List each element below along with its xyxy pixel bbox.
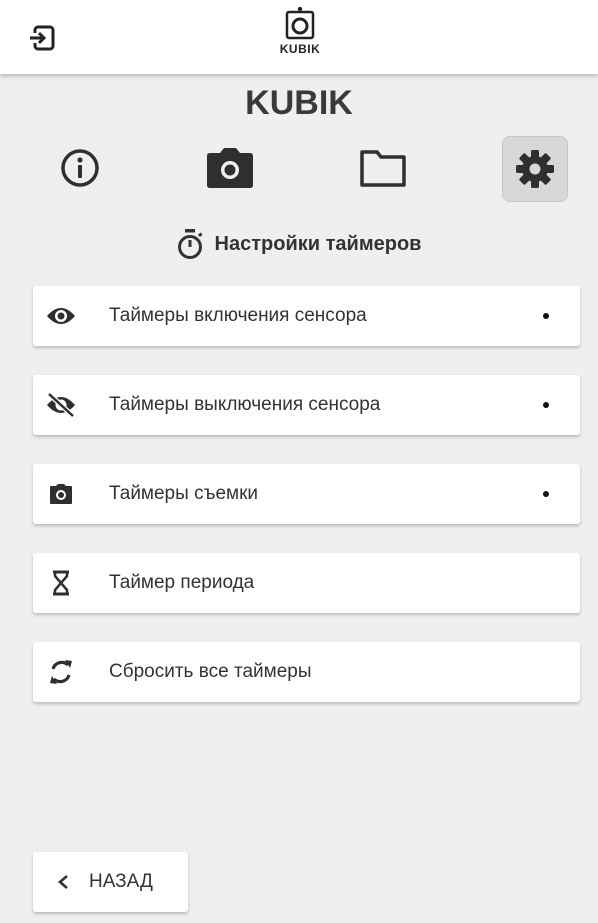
app-title: KUBIK (245, 84, 353, 122)
hourglass-icon (53, 570, 69, 596)
eye-slash-icon (47, 392, 75, 418)
timers-menu: Таймеры включения сенсора Таймеры выключ… (33, 286, 580, 731)
nav-folder-button[interactable] (351, 136, 415, 200)
camera-icon (207, 148, 253, 188)
kubik-logo: KUBIK (268, 6, 332, 66)
menu-item-reset-timers[interactable]: Сбросить все таймеры (33, 642, 580, 702)
gear-icon (516, 150, 554, 188)
top-bar: KUBIK (0, 0, 598, 74)
chevron-left-icon (58, 875, 68, 889)
menu-item-sensor-on-timers[interactable]: Таймеры включения сенсора (33, 286, 580, 346)
status-dot (543, 313, 549, 319)
status-dot (543, 491, 549, 497)
stopwatch-icon (177, 229, 203, 259)
info-icon (61, 149, 99, 187)
logo-camera-icon (285, 6, 315, 40)
camera-icon (50, 484, 72, 504)
menu-item-sensor-off-timers[interactable]: Таймеры выключения сенсора (33, 375, 580, 435)
back-button[interactable]: НАЗАД (33, 852, 188, 912)
sign-in-icon (30, 25, 55, 51)
menu-item-label: Таймеры съемки (109, 483, 258, 504)
section-title: Настройки таймеров (214, 232, 422, 255)
menu-item-label: Таймеры выключения сенсора (109, 394, 381, 415)
folder-icon (360, 150, 406, 187)
status-dot (543, 402, 549, 408)
refresh-icon (50, 660, 72, 684)
menu-item-label: Сбросить все таймеры (109, 661, 312, 682)
menu-item-label: Таймеры включения сенсора (109, 305, 367, 326)
nav-camera-button[interactable] (198, 136, 262, 200)
sign-in-button[interactable] (24, 20, 60, 56)
menu-item-capture-timers[interactable]: Таймеры съемки (33, 464, 580, 524)
section-heading: Настройки таймеров (0, 228, 598, 260)
menu-item-label: Таймер периода (109, 572, 255, 593)
menu-item-period-timer[interactable]: Таймер периода (33, 553, 580, 613)
logo-text: KUBIK (279, 42, 321, 56)
back-button-label: НАЗАД (89, 871, 153, 892)
nav-info-button[interactable] (48, 136, 112, 200)
nav-settings-button[interactable] (502, 136, 568, 202)
eye-icon (47, 308, 75, 324)
